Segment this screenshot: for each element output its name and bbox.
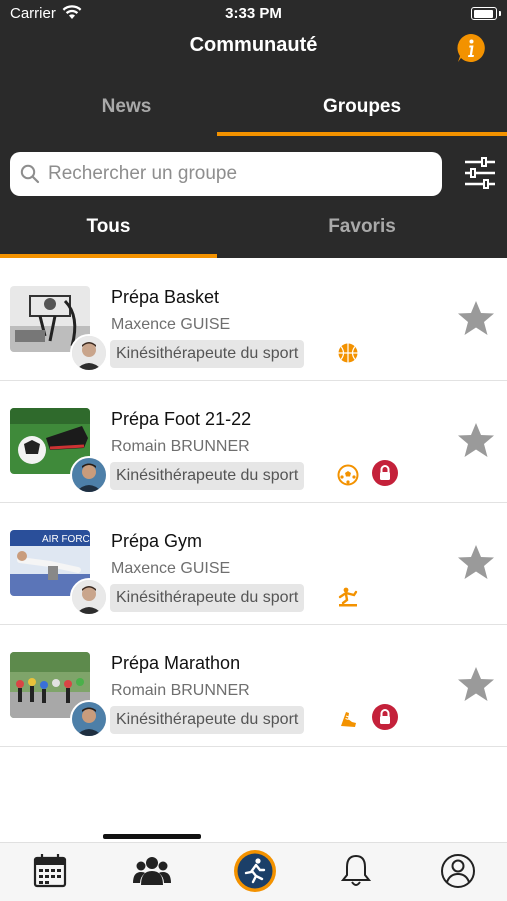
info-icon	[457, 34, 485, 62]
status-time: 3:33 PM	[225, 5, 282, 22]
main-tabs: News Groupes	[0, 88, 507, 136]
page-title: Communauté	[189, 34, 318, 56]
basketball-icon	[338, 343, 358, 363]
role-badge: Kinésithérapeute du sport	[110, 340, 305, 368]
search-input[interactable]: Rechercher un groupe	[10, 152, 442, 196]
role-badge: Kinésithérapeute du sport	[110, 462, 305, 490]
filter-button[interactable]	[452, 148, 507, 200]
profile-icon[interactable]	[438, 851, 478, 891]
list-item[interactable]: AIR FORCE Prépa Gym Maxence GUISE Kinési…	[0, 502, 507, 625]
coach-name: Romain BRUNNER	[111, 438, 250, 455]
star-icon[interactable]	[457, 422, 495, 458]
star-icon[interactable]	[457, 666, 495, 702]
info-button[interactable]	[455, 32, 487, 64]
header: Carrier 3:33 PM Communauté News Groupes …	[0, 0, 507, 258]
tab-news[interactable]: News	[0, 88, 253, 136]
tabbar-active-indicator	[103, 834, 201, 839]
battery-icon	[471, 7, 501, 20]
svg-text:AIR FORCE: AIR FORCE	[42, 534, 90, 545]
gymnastics-icon	[338, 587, 358, 607]
avatar	[70, 700, 108, 738]
soccer-ball-icon	[337, 464, 359, 486]
sub-tabs: Tous Favoris	[0, 206, 507, 258]
community-icon[interactable]	[132, 851, 172, 891]
lock-icon	[372, 460, 398, 486]
group-name: Prépa Marathon	[111, 653, 241, 673]
status-bar: Carrier 3:33 PM	[0, 0, 507, 28]
group-name: Prépa Gym	[111, 531, 203, 551]
calendar-icon[interactable]	[30, 851, 70, 891]
tab-tous[interactable]: Tous	[0, 206, 217, 258]
search-placeholder: Rechercher un groupe	[48, 163, 238, 184]
bell-icon[interactable]	[336, 851, 376, 891]
runner-logo-icon[interactable]	[232, 848, 278, 894]
avatar	[70, 334, 108, 372]
avatar	[70, 456, 108, 494]
list-item[interactable]: Prépa Marathon Romain BRUNNER Kinésithér…	[0, 624, 507, 747]
tab-bar	[0, 842, 507, 901]
star-icon[interactable]	[457, 544, 495, 580]
group-name: Prépa Foot 21-22	[111, 409, 252, 429]
role-badge: Kinésithérapeute du sport	[110, 584, 305, 612]
sliders-icon	[465, 157, 495, 189]
group-name: Prépa Basket	[111, 287, 220, 307]
coach-name: Romain BRUNNER	[111, 682, 250, 699]
running-shoe-icon	[341, 712, 356, 727]
list-item[interactable]: Prépa Basket Maxence GUISE Kinésithérape…	[0, 258, 507, 381]
coach-name: Maxence GUISE	[111, 316, 231, 333]
star-icon[interactable]	[457, 300, 495, 336]
tab-groupes[interactable]: Groupes	[217, 88, 507, 136]
list-item[interactable]: Prépa Foot 21-22 Romain BRUNNER Kinésith…	[0, 380, 507, 503]
search-icon	[20, 164, 40, 184]
coach-name: Maxence GUISE	[111, 560, 231, 577]
tab-favoris[interactable]: Favoris	[217, 206, 507, 258]
tab-active-indicator	[217, 132, 507, 136]
role-badge: Kinésithérapeute du sport	[110, 706, 305, 734]
lock-icon	[372, 704, 398, 730]
avatar	[70, 578, 108, 616]
